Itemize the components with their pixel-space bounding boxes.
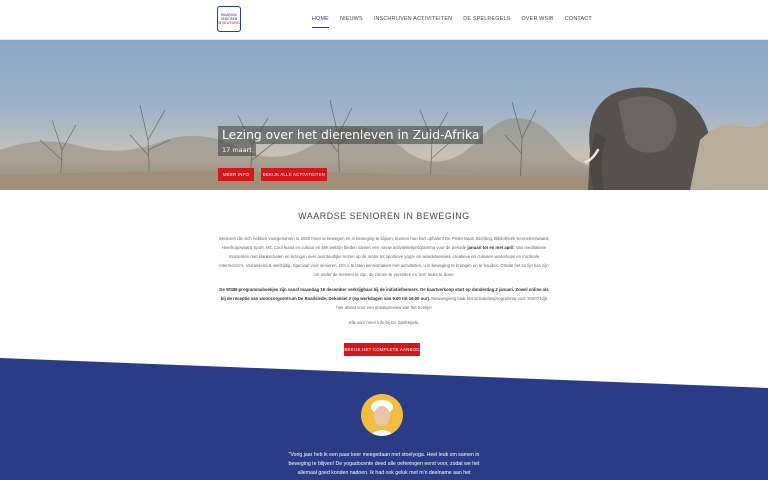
nav-item-home[interactable]: HOME [312, 16, 329, 28]
intro-paragraph-3[interactable]: Klik voor meer info bij De Spelregels. [218, 318, 550, 327]
bekijk-complete-aanbod-button[interactable]: BEKIJK HET COMPLETE AANBOD [344, 343, 420, 356]
testimonial-quote: "Vorig jaar heb ik een paar keer meegeda… [288, 452, 480, 480]
page: WAARDSE SENIOREN IN BEWEGING HOME NIEUWS… [0, 0, 768, 480]
elephant-shape [584, 87, 709, 190]
bekijk-alle-activiteiten-button[interactable]: BEKIJK ALLE ACTIVITEITEN [261, 168, 327, 181]
hero-slider: Lezing over het dierenleven in Zuid-Afri… [0, 40, 768, 190]
nav-item-nieuws[interactable]: NIEUWS [340, 16, 363, 22]
nav-item-de-spelregels[interactable]: DE SPELREGELS [463, 16, 510, 22]
intro-section: WAARDSE SENIOREN IN BEWEGING Senioren di… [218, 211, 550, 333]
hero-date-box: 17 maart [218, 144, 256, 156]
intro-title: WAARDSE SENIOREN IN BEWEGING [298, 211, 470, 221]
meer-info-button[interactable]: MEER INFO [218, 168, 254, 181]
intro-paragraph-1: Senioren die zich hebben voorgenomen in … [218, 234, 550, 279]
section-divider [0, 358, 768, 388]
testimonial-avatar [361, 394, 403, 436]
logo-line-3: IN BEWEGING [218, 21, 240, 25]
nav-item-over-wsib[interactable]: OVER WSIB [521, 16, 553, 22]
intro-paragraph-2: De WSIB-programmaboekjes zijn vanaf maan… [218, 285, 550, 312]
hero-date: 17 maart [222, 146, 252, 154]
main-nav: HOME NIEUWS INSCHRIJVEN ACTIVITEITEN DE … [312, 16, 603, 28]
nav-item-contact[interactable]: CONTACT [565, 16, 592, 22]
nav-item-inschrijven-activiteiten[interactable]: INSCHRIJVEN ACTIVITEITEN [374, 16, 452, 22]
person-photo-icon [361, 394, 403, 436]
site-header: WAARDSE SENIOREN IN BEWEGING HOME NIEUWS… [0, 0, 768, 40]
hero-title-box: Lezing over het dierenleven in Zuid-Afri… [218, 126, 484, 144]
site-logo[interactable]: WAARDSE SENIOREN IN BEWEGING [217, 6, 241, 32]
intro-p1-b: januari tot en met april [467, 245, 514, 250]
hero-title: Lezing over het dierenleven in Zuid-Afri… [222, 128, 480, 142]
